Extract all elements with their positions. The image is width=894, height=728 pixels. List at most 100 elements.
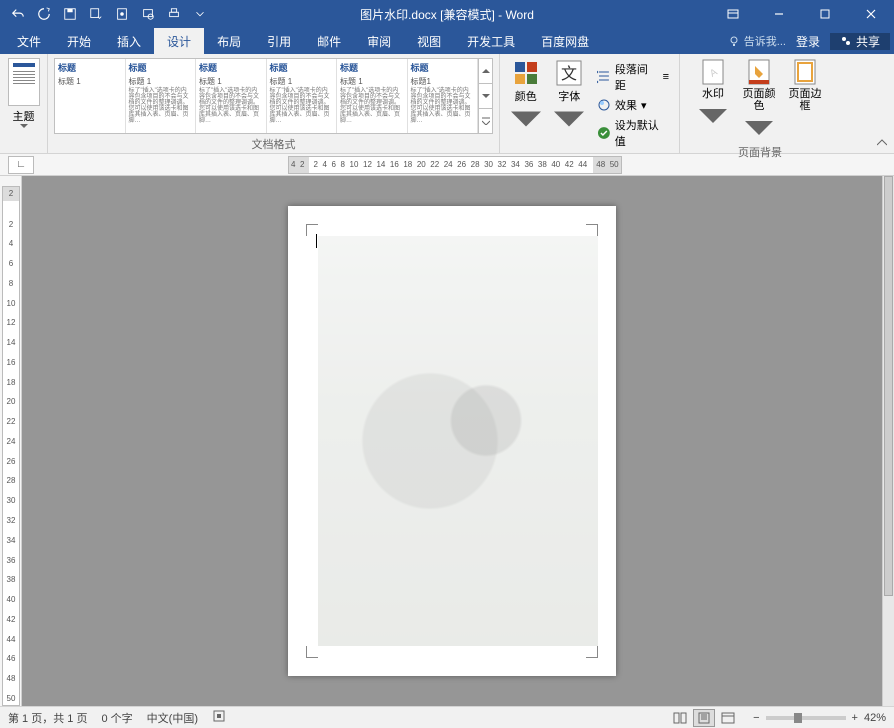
watermark-icon: A [699, 58, 727, 86]
close-button[interactable] [848, 0, 894, 28]
share-button[interactable]: 共享 [830, 33, 890, 50]
ribbon: 主题 标题标题 1 标题标题 1标了"插入"选项卡的内容包含项目的不会与文档的文… [0, 54, 894, 154]
zoom-slider[interactable] [766, 716, 846, 720]
style-set-gallery[interactable]: 标题标题 1 标题标题 1标了"插入"选项卡的内容包含项目的不会与文档的文件的整… [54, 58, 493, 134]
vertical-scrollbar[interactable] [882, 176, 894, 706]
touch-mode-button[interactable] [110, 2, 134, 26]
chevron-down-icon [20, 124, 28, 128]
tab-home[interactable]: 开始 [54, 28, 104, 54]
share-icon [840, 35, 852, 47]
page-borders-icon [791, 58, 819, 86]
scrollbar-thumb[interactable] [884, 176, 893, 596]
tab-mailings[interactable]: 邮件 [304, 28, 354, 54]
tell-me-placeholder: 告诉我... [744, 33, 786, 49]
tab-view[interactable]: 视图 [404, 28, 454, 54]
tab-layout[interactable]: 布局 [204, 28, 254, 54]
page-color-button[interactable]: 页面颜色 [738, 58, 780, 142]
margin-mark [586, 646, 598, 658]
collapse-ribbon-button[interactable] [874, 135, 890, 151]
colors-icon [511, 58, 541, 88]
status-macro-icon[interactable] [212, 709, 226, 726]
zoom-out-button[interactable]: − [753, 712, 759, 724]
tab-selector[interactable]: ∟ [8, 156, 34, 174]
svg-text:文: 文 [561, 65, 577, 83]
gallery-scroll-down[interactable] [479, 84, 492, 109]
customize-qat-dropdown[interactable] [188, 2, 212, 26]
status-language[interactable]: 中文(中国) [147, 710, 198, 726]
login-link[interactable]: 登录 [796, 33, 820, 50]
themes-button[interactable]: 主题 [6, 58, 41, 128]
vertical-ruler[interactable]: 2246810121416182022242628303234363840424… [2, 186, 20, 706]
ribbon-display-options-button[interactable] [710, 0, 756, 28]
page[interactable] [288, 206, 616, 676]
colors-button[interactable]: 颜色 [506, 58, 546, 134]
effects-icon [597, 98, 611, 112]
document-canvas[interactable] [22, 176, 882, 706]
zoom-level[interactable]: 42% [864, 712, 886, 724]
group-formatting-extra: 颜色 文 字体 段落间距≡ 效果 ▾ 设为默认值 [500, 54, 680, 153]
style-set-item[interactable]: 标题标题 1标了"插入"选项卡的内容包含项目的不会与文档的文件的整理调调。您可以… [196, 59, 267, 133]
chevron-down-icon [745, 114, 773, 142]
fonts-button[interactable]: 文 字体 [550, 58, 590, 134]
window-controls [710, 0, 894, 28]
view-buttons [669, 709, 739, 727]
check-icon [597, 126, 611, 140]
effects-button[interactable]: 效果 ▾ [593, 96, 673, 114]
formatting-options: 段落间距≡ 效果 ▾ 设为默认值 [593, 58, 673, 150]
minimize-button[interactable] [756, 0, 802, 28]
gallery-more[interactable] [479, 109, 492, 133]
print-layout-button[interactable] [693, 709, 715, 727]
gallery-scroll-up[interactable] [479, 59, 492, 84]
save-button[interactable] [58, 2, 82, 26]
gallery-scroll [478, 59, 492, 133]
tab-insert[interactable]: 插入 [104, 28, 154, 54]
print-preview-button[interactable] [136, 2, 160, 26]
tab-developer[interactable]: 开发工具 [454, 28, 528, 54]
workspace: 2246810121416182022242628303234363840424… [0, 176, 882, 706]
vertical-ruler-gutter: 2246810121416182022242628303234363840424… [0, 176, 22, 706]
web-layout-button[interactable] [717, 709, 739, 727]
title-bar: 图片水印.docx [兼容模式] - Word [0, 0, 894, 28]
tab-review[interactable]: 审阅 [354, 28, 404, 54]
status-word-count[interactable]: 0 个字 [101, 710, 132, 726]
group-label-doc-format: 文档格式 [48, 134, 499, 156]
chevron-down-icon [554, 104, 584, 134]
read-mode-button[interactable] [669, 709, 691, 727]
style-set-item[interactable]: 标题标题 1标了"插入"选项卡的内容包含项目的不会与文档的文件的整理调调。您可以… [126, 59, 197, 133]
margin-mark [586, 224, 598, 236]
page-borders-button[interactable]: 页面边框 [784, 58, 826, 112]
chevron-down-icon [699, 102, 727, 130]
style-set-item[interactable]: 标题标题 1标了"插入"选项卡的内容包含项目的不会与文档的文件的整理调调。您可以… [267, 59, 338, 133]
style-set-item[interactable]: 标题标题 1标了"插入"选项卡的内容包含项目的不会与文档的文件的整理调调。您可以… [337, 59, 408, 133]
window-title: 图片水印.docx [兼容模式] - Word [360, 6, 534, 23]
set-default-button[interactable]: 设为默认值 [593, 116, 673, 150]
paragraph-spacing-button[interactable]: 段落间距≡ [593, 60, 673, 94]
tab-references[interactable]: 引用 [254, 28, 304, 54]
style-set-item[interactable]: 标题标题1标了"插入"选项卡的内容包含项目的不会与文档的文件的整理调调。您可以使… [408, 59, 479, 133]
tab-design[interactable]: 设计 [154, 28, 204, 54]
tab-baidu[interactable]: 百度网盘 [528, 28, 602, 54]
group-themes: 主题 [0, 54, 48, 153]
style-set-item[interactable]: 标题标题 1 [55, 59, 126, 133]
zoom-controls: − + 42% [753, 712, 886, 724]
undo-button[interactable] [6, 2, 30, 26]
theme-thumb-icon [8, 58, 40, 106]
quick-print-button[interactable] [162, 2, 186, 26]
paragraph-spacing-icon [597, 70, 611, 84]
page-color-icon [745, 58, 773, 86]
group-page-background: A 水印 页面颜色 页面边框 页面背景 [680, 54, 840, 153]
tab-file[interactable]: 文件 [4, 28, 54, 54]
text-cursor [316, 234, 317, 248]
quick-access-toolbar [0, 2, 212, 26]
status-bar: 第 1 页，共 1 页 0 个字 中文(中国) − + 42% [0, 706, 894, 728]
fonts-icon: 文 [554, 58, 584, 88]
save-dropdown[interactable] [84, 2, 108, 26]
zoom-slider-thumb[interactable] [794, 713, 802, 723]
redo-button[interactable] [32, 2, 56, 26]
status-page[interactable]: 第 1 页，共 1 页 [8, 710, 87, 726]
horizontal-ruler[interactable]: 4224681012141618202224262830323436384042… [288, 156, 622, 174]
restore-button[interactable] [802, 0, 848, 28]
zoom-in-button[interactable]: + [852, 712, 858, 724]
tell-me-search[interactable]: 告诉我... [728, 33, 786, 49]
watermark-button[interactable]: A 水印 [692, 58, 734, 130]
